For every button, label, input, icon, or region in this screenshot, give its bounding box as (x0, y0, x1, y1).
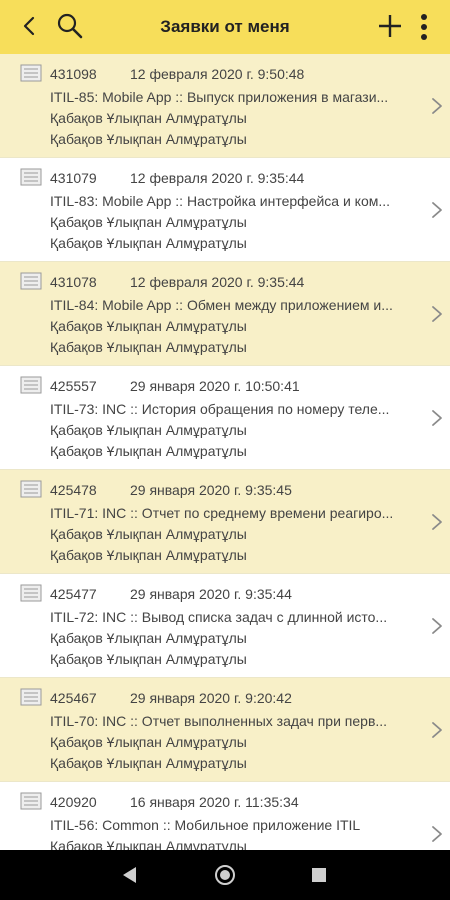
request-date: 12 февраля 2020 г. 9:35:44 (130, 170, 305, 186)
list-item[interactable]: 431098 12 февраля 2020 г. 9:50:48 ITIL-85:… (0, 54, 450, 158)
request-author: Қабақов Ұлықпан Алмұратұлы (50, 214, 247, 230)
chevron-right-icon (432, 202, 442, 218)
document-icon (20, 272, 42, 290)
more-vert-icon[interactable] (416, 12, 432, 42)
request-number: 425467 (50, 690, 97, 706)
request-number: 431098 (50, 66, 97, 82)
back-arrow-icon[interactable] (18, 14, 42, 38)
chevron-right-icon (432, 514, 442, 530)
add-icon[interactable] (376, 12, 404, 40)
list-item[interactable]: 431079 12 февраля 2020 г. 9:35:44 ITIL-83:… (0, 158, 450, 262)
request-date: 29 января 2020 г. 9:20:42 (130, 690, 292, 706)
request-date: 29 января 2020 г. 9:35:45 (130, 482, 292, 498)
document-icon (20, 480, 42, 498)
request-author: Қабақов Ұлықпан Алмұратұлы (50, 318, 247, 334)
list-item[interactable]: 425478 29 января 2020 г. 9:35:45 ITIL-71: … (0, 470, 450, 574)
request-executor: Қабақов Ұлықпан Алмұратұлы (50, 131, 247, 147)
request-author: Қабақов Ұлықпан Алмұратұлы (50, 838, 247, 850)
request-subject: ITIL-71: INC :: Отчет по среднему времен… (50, 505, 394, 521)
request-subject: ITIL-70: INC :: Отчет выполненных задач … (50, 713, 388, 729)
request-subject: ITIL-72: INC :: Вывод списка задач с дли… (50, 609, 388, 625)
app-bar: Заявки от меня (0, 0, 450, 54)
request-author: Қабақов Ұлықпан Алмұратұлы (50, 734, 247, 750)
request-number: 420920 (50, 794, 97, 810)
nav-recents-icon[interactable] (311, 867, 327, 883)
request-date: 12 февраля 2020 г. 9:50:48 (130, 66, 305, 82)
request-date: 29 января 2020 г. 9:35:44 (130, 586, 292, 602)
request-subject: ITIL-85: Mobile App :: Выпуск приложения… (50, 89, 389, 105)
request-subject: ITIL-83: Mobile App :: Настройка интерфе… (50, 193, 391, 209)
request-author: Қабақов Ұлықпан Алмұратұлы (50, 110, 247, 126)
request-number: 425477 (50, 586, 97, 602)
request-executor: Қабақов Ұлықпан Алмұратұлы (50, 547, 247, 563)
request-executor: Қабақов Ұлықпан Алмұратұлы (50, 755, 247, 771)
document-icon (20, 584, 42, 602)
request-number: 431078 (50, 274, 97, 290)
request-number: 425557 (50, 378, 97, 394)
list-item[interactable]: 425467 29 января 2020 г. 9:20:42 ITIL-70: … (0, 678, 450, 782)
nav-back-icon[interactable] (120, 865, 138, 885)
chevron-right-icon (432, 98, 442, 114)
request-executor: Қабақов Ұлықпан Алмұратұлы (50, 651, 247, 667)
request-author: Қабақов Ұлықпан Алмұратұлы (50, 526, 247, 542)
list-item[interactable]: 425477 29 января 2020 г. 9:35:44 ITIL-72: … (0, 574, 450, 678)
request-subject: ITIL-84: Mobile App :: Обмен между прило… (50, 297, 393, 313)
document-icon (20, 168, 42, 186)
request-date: 16 января 2020 г. 11:35:34 (130, 794, 299, 810)
request-date: 29 января 2020 г. 10:50:41 (130, 378, 300, 394)
request-executor: Қабақов Ұлықпан Алмұратұлы (50, 235, 247, 251)
document-icon (20, 688, 42, 706)
chevron-right-icon (432, 306, 442, 322)
chevron-right-icon (432, 826, 442, 842)
chevron-right-icon (432, 410, 442, 426)
request-executor: Қабақов Ұлықпан Алмұратұлы (50, 339, 247, 355)
request-executor: Қабақов Ұлықпан Алмұратұлы (50, 443, 247, 459)
chevron-right-icon (432, 618, 442, 634)
request-date: 12 февраля 2020 г. 9:35:44 (130, 274, 305, 290)
request-subject: ITIL-73: INC :: История обращения по ном… (50, 401, 390, 417)
request-number: 431079 (50, 170, 97, 186)
document-icon (20, 376, 42, 394)
document-icon (20, 792, 42, 810)
request-number: 425478 (50, 482, 97, 498)
chevron-right-icon (432, 722, 442, 738)
list-item[interactable]: 420920 16 января 2020 г. 11:35:34 ITIL-56:… (0, 782, 450, 850)
nav-home-icon[interactable] (214, 864, 236, 886)
search-icon[interactable] (56, 12, 84, 40)
request-author: Қабақов Ұлықпан Алмұратұлы (50, 630, 247, 646)
list-item[interactable]: 425557 29 января 2020 г. 10:50:41 ITIL-73:… (0, 366, 450, 470)
requests-list: 431098 12 февраля 2020 г. 9:50:48 ITIL-85:… (0, 54, 450, 850)
list-item[interactable]: 431078 12 февраля 2020 г. 9:35:44 ITIL-84:… (0, 262, 450, 366)
request-subject: ITIL-56: Common :: Мобильное приложение … (50, 817, 361, 833)
system-nav-bar (0, 850, 450, 900)
request-author: Қабақов Ұлықпан Алмұратұлы (50, 422, 247, 438)
document-icon (20, 64, 42, 82)
